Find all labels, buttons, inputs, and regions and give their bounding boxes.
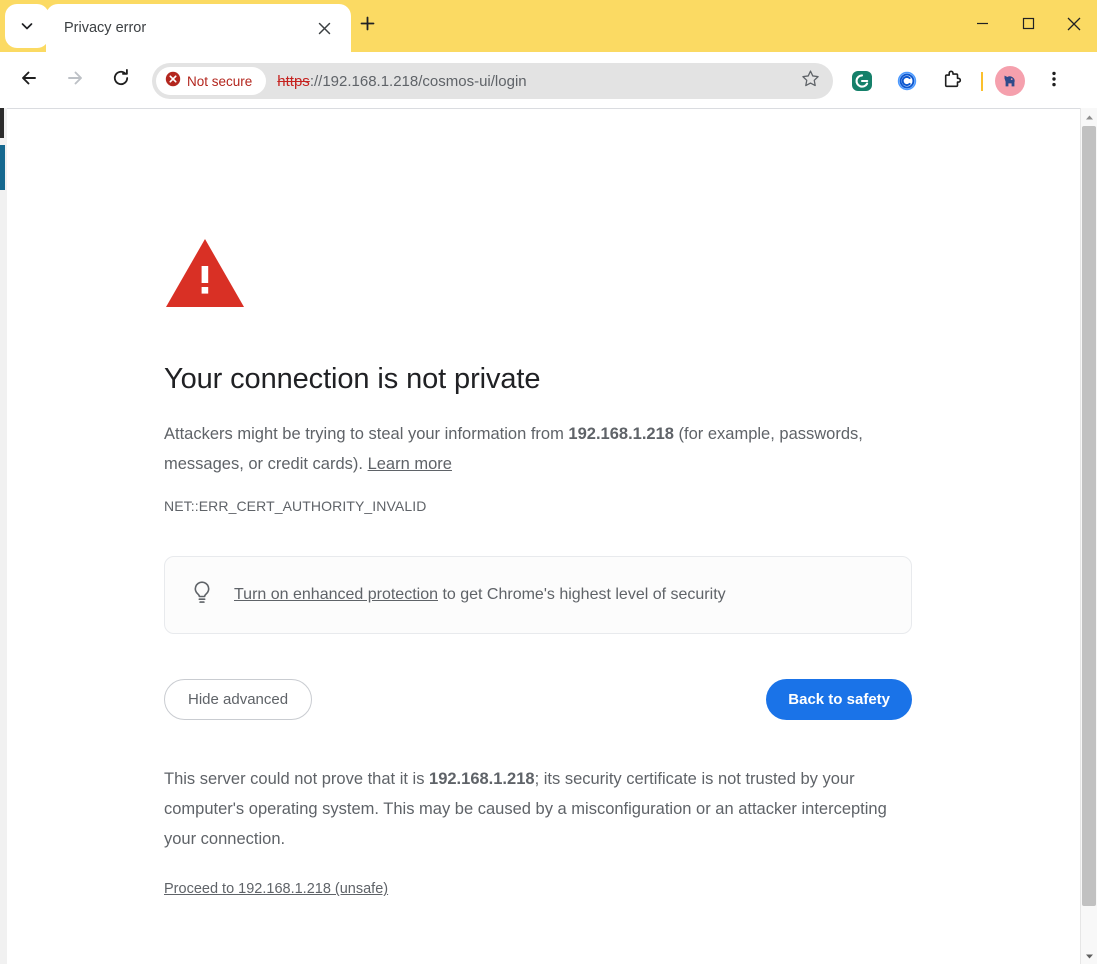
caret-down-icon	[1085, 947, 1094, 964]
scroll-down-button[interactable]	[1081, 947, 1097, 964]
advanced-details-text: This server could not prove that it is 1…	[164, 720, 918, 854]
warning-host: 192.168.1.218	[568, 425, 674, 444]
tab-strip: Privacy error	[0, 0, 1097, 52]
interstitial-button-row: Hide advanced Back to safety	[164, 679, 912, 721]
window-close-icon	[1067, 17, 1081, 36]
background-window-sliver-accent	[0, 145, 5, 190]
minimize-button[interactable]	[959, 0, 1005, 52]
url-text: https://192.168.1.218/cosmos-ui/login	[277, 73, 795, 90]
not-secure-badge[interactable]: Not secure	[156, 67, 267, 95]
extension-icons	[845, 63, 1071, 99]
lightbulb-icon	[191, 580, 213, 611]
tab-title: Privacy error	[64, 20, 147, 36]
enhanced-protection-text: Turn on enhanced protection to get Chrom…	[234, 583, 726, 607]
enhanced-protection-link[interactable]: Turn on enhanced protection	[234, 586, 438, 603]
bookmark-button[interactable]	[795, 66, 825, 96]
interstitial-content: Your connection is not private Attackers…	[164, 109, 924, 898]
advanced-part1: This server could not prove that it is	[164, 770, 430, 789]
grammarly-extension-icon[interactable]	[845, 64, 879, 98]
background-window-sliver-dark	[0, 108, 4, 138]
maximize-icon	[1022, 17, 1035, 35]
error-code: NET::ERR_CERT_AUTHORITY_INVALID	[164, 498, 427, 515]
back-button[interactable]	[11, 62, 47, 98]
extensions-puzzle-icon[interactable]	[935, 64, 969, 98]
not-secure-icon	[165, 71, 181, 92]
back-to-safety-button[interactable]: Back to safety	[766, 679, 912, 721]
warning-description-part1: Attackers might be trying to steal your …	[164, 425, 569, 444]
browser-menu-button[interactable]	[1037, 64, 1071, 98]
advanced-host: 192.168.1.218	[429, 770, 535, 789]
address-bar[interactable]: Not secure https://192.168.1.218/cosmos-…	[152, 63, 833, 99]
maximize-button[interactable]	[1005, 0, 1051, 52]
tab-search-button[interactable]	[5, 4, 49, 48]
scrollbar-thumb[interactable]	[1082, 126, 1096, 906]
reload-button[interactable]	[103, 62, 139, 98]
star-icon	[801, 69, 820, 93]
browser-toolbar: Not secure https://192.168.1.218/cosmos-…	[0, 52, 1097, 108]
arrow-right-icon	[65, 68, 85, 93]
three-dots-icon	[1045, 70, 1063, 93]
window-controls	[959, 0, 1097, 52]
scroll-up-button[interactable]	[1081, 108, 1097, 125]
minimize-icon	[976, 17, 989, 35]
not-secure-label: Not secure	[187, 73, 253, 89]
url-scheme: https	[277, 72, 310, 90]
page-title: Your connection is not private	[164, 363, 541, 395]
background-window-sliver	[0, 108, 7, 964]
warning-triangle-icon	[164, 237, 924, 314]
caret-up-icon	[1085, 108, 1094, 126]
window-close-button[interactable]	[1051, 0, 1097, 52]
toolbar-divider	[981, 71, 983, 91]
page-viewport: Your connection is not private Attackers…	[7, 108, 1080, 964]
url-rest: ://192.168.1.218/cosmos-ui/login	[309, 72, 527, 90]
enhanced-protection-rest: to get Chrome's highest level of securit…	[438, 586, 726, 604]
proceed-unsafe-link[interactable]: Proceed to 192.168.1.218 (unsafe)	[164, 881, 388, 897]
c-extension-icon[interactable]	[890, 64, 924, 98]
chevron-down-icon	[19, 18, 35, 34]
forward-button[interactable]	[57, 62, 93, 98]
reload-icon	[111, 68, 131, 93]
plus-icon	[360, 16, 375, 36]
tab-privacy-error[interactable]: Privacy error	[46, 4, 351, 52]
warning-description: Attackers might be trying to steal your …	[164, 397, 876, 479]
vertical-scrollbar[interactable]	[1080, 108, 1097, 964]
new-tab-button[interactable]	[352, 11, 382, 41]
hide-advanced-button[interactable]: Hide advanced	[164, 679, 313, 721]
enhanced-protection-callout: Turn on enhanced protection to get Chrom…	[164, 556, 912, 635]
avatar[interactable]	[995, 66, 1025, 96]
learn-more-link[interactable]: Learn more	[368, 455, 452, 473]
arrow-left-icon	[19, 68, 39, 93]
browser-window: Privacy error Not secure https://192.168…	[0, 0, 1097, 964]
close-icon[interactable]	[311, 15, 337, 41]
